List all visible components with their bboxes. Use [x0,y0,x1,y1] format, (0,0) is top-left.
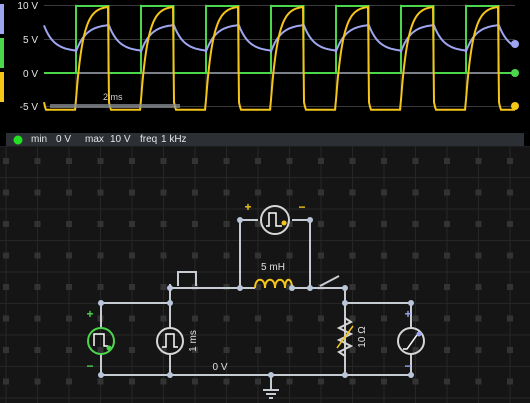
wire-node[interactable] [98,372,104,378]
wire-node[interactable] [237,217,243,223]
min-value: 0 V [56,134,72,145]
wire-node[interactable] [167,300,173,306]
max-value: 10 V [110,134,131,145]
freq-value: 1 kHz [161,134,187,145]
right-source-output-dot [416,331,422,337]
trace-end-marker-blue[interactable] [511,40,519,48]
source-output-dot [106,345,112,351]
wire-node[interactable] [307,285,313,291]
trace-end-marker-green[interactable] [511,69,519,77]
tab-yellow[interactable] [0,72,4,102]
freq-label: freq [140,134,158,145]
source-plus-sign: + [86,307,93,321]
top-source-output-dot [281,220,287,226]
scope-colour-tabs [0,4,4,102]
wire-node[interactable] [237,285,243,291]
probe-info-bar: min 0 V max 10 V freq 1 kHz [6,133,524,146]
wire-node[interactable] [98,300,104,306]
tab-blue[interactable] [0,4,4,34]
ground-voltage-label: 0 V [212,362,227,373]
time-scale-label: 2 ms [103,92,123,102]
wire-node[interactable] [307,217,313,223]
wire-node[interactable] [342,285,348,291]
source-minus-sign: − [86,359,93,373]
wire-node[interactable] [408,372,414,378]
y-axis-label-minus5v: -5 V [20,102,39,113]
y-axis-label-5v: 5 V [23,35,38,46]
min-label: min [31,134,48,145]
top-source-minus-sign: − [298,200,305,214]
wire-node[interactable] [268,372,274,378]
wire-node[interactable] [408,300,414,306]
tab-green[interactable] [0,38,4,68]
probe-indicator-icon [13,135,23,144]
pulse-width-label: 1 ms [188,330,199,352]
time-scale-bar [50,104,180,108]
inductor-value-label: 5 mH [261,262,285,273]
top-source-plus-sign: + [244,200,251,214]
right-source-minus-sign: − [404,359,411,373]
right-source-plus-sign: + [404,307,411,321]
max-label: max [85,134,104,145]
trace-end-marker-yellow[interactable] [511,102,519,110]
oscilloscope-panel[interactable]: 10 V 5 V 0 V -5 V 2 ms [0,0,530,130]
wire-node[interactable] [342,372,348,378]
wire-node[interactable] [167,285,173,291]
circuit-simulator-app: 10 V 5 V 0 V -5 V 2 ms min 0 V max 10 V … [0,0,530,403]
wire-node[interactable] [342,300,348,306]
y-axis-label-10v: 10 V [17,1,38,12]
wire-node[interactable] [167,372,173,378]
resistor-value-label: 10 Ω [357,326,368,348]
y-axis-label-0v: 0 V [23,69,38,80]
wire-node[interactable] [289,285,295,291]
circuit-canvas[interactable]: 5 mH 10 Ω + − 1 ms + − + − 0 V [0,146,530,403]
